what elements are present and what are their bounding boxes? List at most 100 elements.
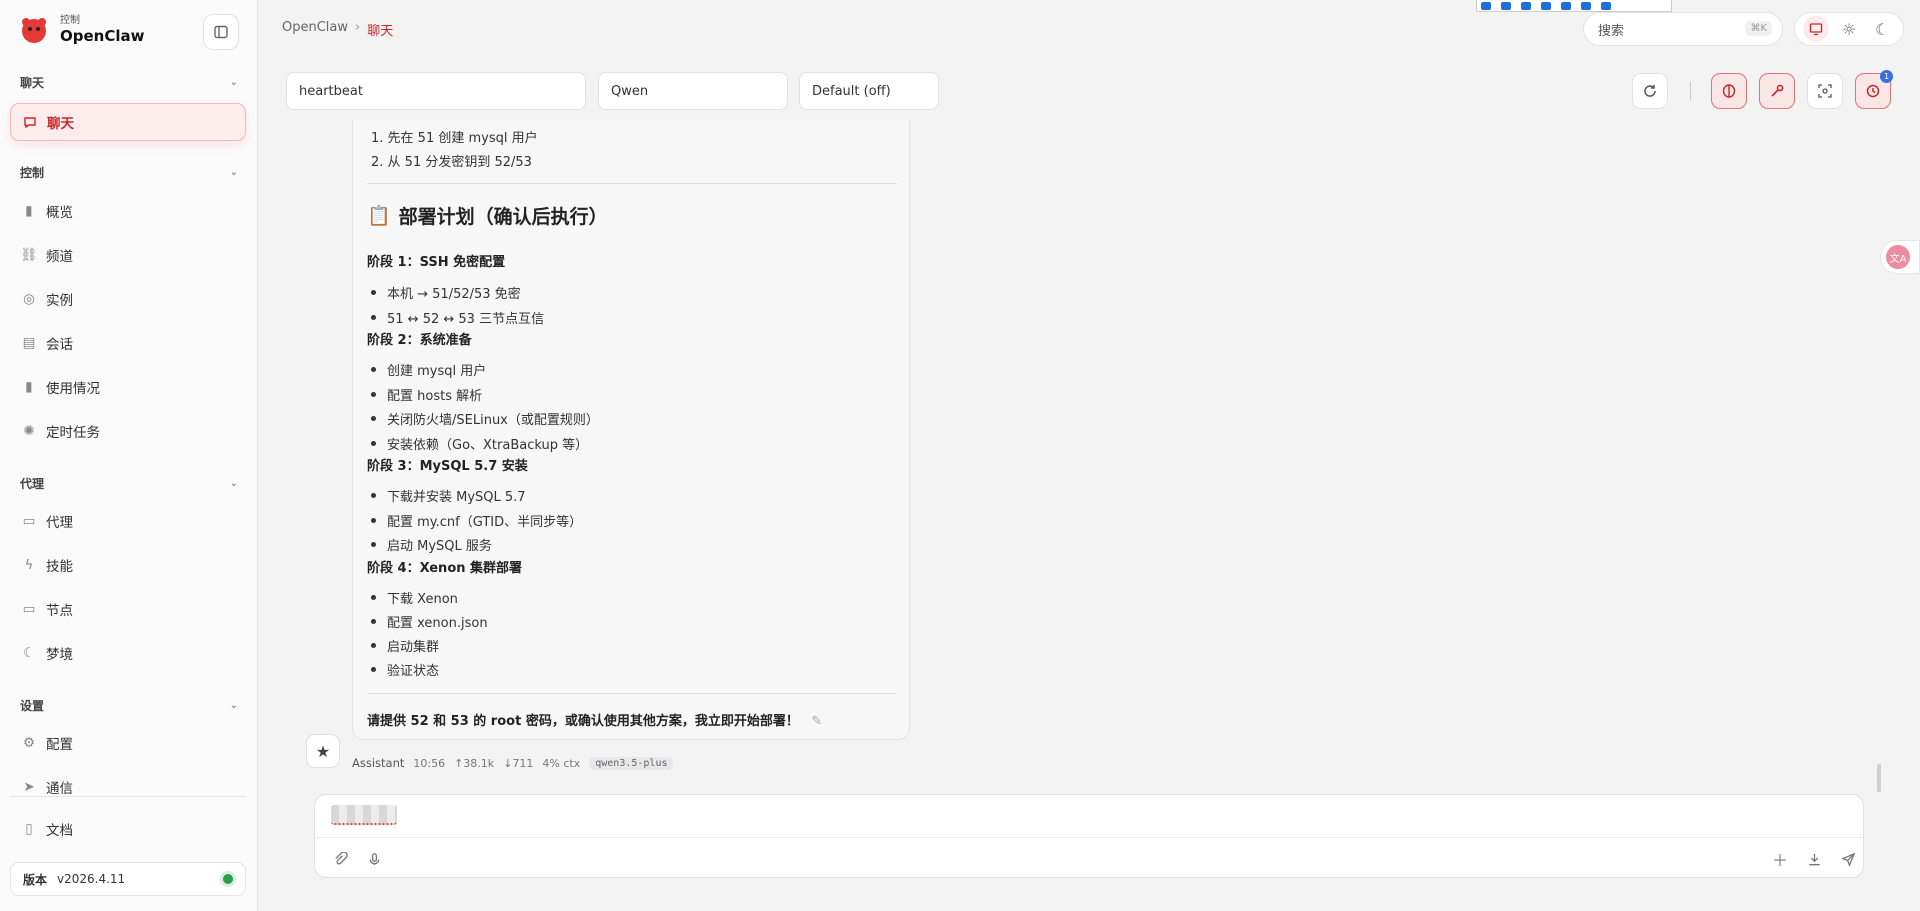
sidebar-item-label: 配置 xyxy=(46,737,73,753)
section-title: 聊天 xyxy=(20,76,45,90)
tokens-in: ↑38.1k xyxy=(454,756,495,770)
tray-icon[interactable] xyxy=(1541,1,1551,10)
list-item-text: 配置 xenon.json xyxy=(387,616,488,631)
list-item: 启动集群 xyxy=(371,636,439,655)
tray-icon[interactable] xyxy=(1501,1,1511,10)
sidebar-item-cron[interactable]: ✺ 定时任务 xyxy=(10,412,246,450)
sidebar-item-skills[interactable]: ϟ 技能 xyxy=(10,546,246,584)
message-role: Assistant xyxy=(352,756,405,770)
list-item-text: 关闭防火墙/SELinux（或配置规则） xyxy=(387,413,599,428)
bolt-icon: ϟ xyxy=(24,557,34,573)
sidebar-item-docs[interactable]: ▯ 文档 xyxy=(10,810,246,848)
gear-icon: ⚙ xyxy=(22,735,36,751)
stage-title: 阶段 4：Xenon 集群部署 xyxy=(367,561,523,576)
sidebar-item-chat[interactable]: 聊天 xyxy=(10,103,246,141)
plan-title: 部署计划（确认后执行） xyxy=(398,206,608,228)
search-input[interactable]: 搜索 ⌘K xyxy=(1583,12,1783,46)
sidebar-item-label: 梦境 xyxy=(46,647,73,663)
bullet xyxy=(371,493,376,498)
tray-icon[interactable] xyxy=(1561,1,1571,10)
tray-icon[interactable] xyxy=(1601,1,1611,10)
breadcrumb-root[interactable]: OpenClaw xyxy=(282,20,348,39)
section-header-agents[interactable]: 代理 ⌄ xyxy=(20,475,238,492)
brain-icon xyxy=(1722,84,1736,98)
breadcrumb-current: 聊天 xyxy=(367,24,394,39)
document-icon: ▤ xyxy=(22,335,36,351)
list-item: 2. 从 51 分发密钥到 52/53 xyxy=(371,155,532,170)
microphone-icon[interactable] xyxy=(362,847,386,871)
attach-icon[interactable] xyxy=(328,847,352,871)
sidebar-collapse-button[interactable] xyxy=(203,14,239,50)
composer-divider xyxy=(315,837,1863,838)
send-icon: ➤ xyxy=(23,779,35,795)
plan-heading: 📋 部署计划（确认后执行） xyxy=(367,202,608,229)
loader-icon: ✺ xyxy=(23,423,35,439)
sidebar-item-nodes[interactable]: ▭ 节点 xyxy=(10,590,246,628)
sidebar-item-usage[interactable]: ▮ 使用情况 xyxy=(10,368,246,406)
bullet xyxy=(371,667,376,672)
sidebar-item-dreams[interactable]: ☾ 梦境 xyxy=(10,634,246,672)
tray-icon[interactable] xyxy=(1581,1,1591,10)
link-icon: ⛓ xyxy=(20,247,38,263)
chevron-down-icon: ⌄ xyxy=(229,167,238,178)
history-button[interactable]: 1 xyxy=(1855,70,1893,109)
section-header-chat[interactable]: 聊天 ⌄ xyxy=(20,74,238,91)
sidebar-item-instances[interactable]: ◎ 实例 xyxy=(10,280,246,318)
sidebar-item-config[interactable]: ⚙ 配置 xyxy=(10,724,246,762)
focus-button[interactable] xyxy=(1807,73,1843,109)
send-icon[interactable] xyxy=(1836,847,1860,871)
scrollbar-thumb[interactable] xyxy=(1877,764,1881,792)
draft-text[interactable]: ... xyxy=(331,805,397,825)
translate-float-button[interactable]: 文A xyxy=(1880,240,1920,274)
thinking-select[interactable]: Default (off) xyxy=(799,72,939,110)
model-select[interactable]: Qwen xyxy=(598,72,788,110)
focus-icon xyxy=(1818,84,1832,98)
brand-name: OpenClaw xyxy=(60,27,145,45)
broadcast-icon: ◎ xyxy=(23,291,35,307)
sidebar-item-channels[interactable]: ⛓ 频道 xyxy=(10,236,246,274)
brain-button[interactable] xyxy=(1711,73,1747,109)
model-tag: qwen3.5-plus xyxy=(589,756,674,770)
list-item-text: 51 ↔ 52 ↔ 53 三节点互信 xyxy=(387,312,545,327)
sidebar-item-comms[interactable]: ➤ 通信 xyxy=(10,768,246,806)
bullet xyxy=(371,392,376,397)
section-header-settings[interactable]: 设置 ⌄ xyxy=(20,697,238,714)
bullet xyxy=(371,441,376,446)
tray-icon[interactable] xyxy=(1481,1,1491,10)
clipboard-icon: 📋 xyxy=(367,205,391,227)
brand[interactable]: 控制 OpenClaw xyxy=(18,14,144,46)
theme-switcher: ☼ ☾ xyxy=(1794,12,1904,46)
section-title: 设置 xyxy=(20,699,45,713)
refresh-button[interactable] xyxy=(1632,73,1668,109)
clock-icon xyxy=(1866,84,1880,98)
list-item-text: 下载 Xenon xyxy=(387,592,458,607)
list-item: 安装依赖（Go、XtraBackup 等） xyxy=(371,434,588,453)
sun-icon[interactable]: ☼ xyxy=(1836,16,1862,42)
section-title: 控制 xyxy=(20,166,45,180)
breadcrumb-separator: › xyxy=(355,20,361,35)
bullet xyxy=(371,290,376,295)
section-header-control[interactable]: 控制 ⌄ xyxy=(20,164,238,181)
pencil-icon[interactable]: ✎ xyxy=(811,714,822,729)
download-icon[interactable] xyxy=(1802,847,1826,871)
bullet xyxy=(371,367,376,372)
bullet xyxy=(371,619,376,624)
sidebar-item-label: 定时任务 xyxy=(46,425,100,441)
session-select[interactable]: heartbeat xyxy=(286,72,586,110)
sidebar-item-overview[interactable]: ▮ 概览 xyxy=(10,192,246,230)
sidebar-item-sessions[interactable]: ▤ 会话 xyxy=(10,324,246,362)
tools-button[interactable] xyxy=(1759,73,1795,109)
moon-icon: ☾ xyxy=(22,645,36,661)
plus-icon[interactable]: ＋ xyxy=(1768,847,1792,871)
message-composer[interactable]: ... ＋ xyxy=(314,794,1864,878)
list-item: 创建 mysql 用户 xyxy=(371,360,486,379)
moon-icon[interactable]: ☾ xyxy=(1869,16,1895,42)
status-dot xyxy=(223,874,233,884)
model-value: Qwen xyxy=(611,83,649,99)
bullet xyxy=(371,542,376,547)
tray-icon[interactable] xyxy=(1521,1,1531,10)
assistant-message: 1. 先在 51 创建 mysql 用户 2. 从 51 分发密钥到 52/53… xyxy=(352,120,910,740)
monitor-icon[interactable] xyxy=(1802,16,1829,42)
sidebar-item-agents[interactable]: ▭ 代理 xyxy=(10,502,246,540)
context-usage: 4% ctx xyxy=(542,756,581,770)
